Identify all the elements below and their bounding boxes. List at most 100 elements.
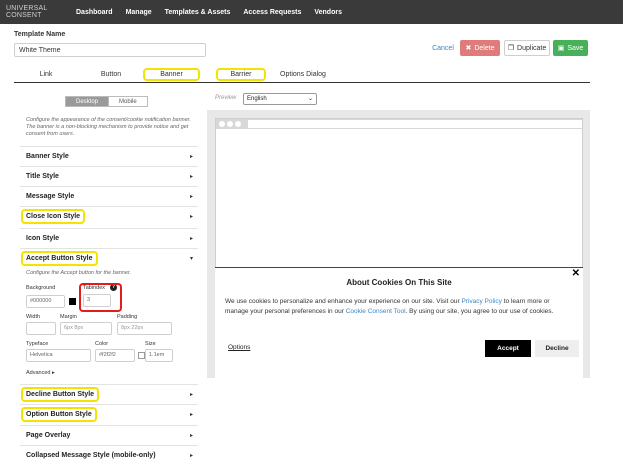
address-bar xyxy=(248,120,582,128)
nav-dashboard[interactable]: Dashboard xyxy=(76,9,113,16)
banner-message-part: We use cookies to personalize and enhanc… xyxy=(225,298,462,305)
margin-input[interactable]: 6px 8px xyxy=(60,322,112,335)
duplicate-button[interactable]: ❐ Duplicate xyxy=(504,40,550,56)
delete-button[interactable]: ✖ Delete xyxy=(460,40,500,56)
privacy-policy-link[interactable]: Privacy Policy xyxy=(461,298,501,305)
save-label: Save xyxy=(567,44,584,52)
browser-toolbar xyxy=(216,119,582,129)
advanced-toggle[interactable]: Advanced ▸ xyxy=(26,370,55,376)
caret-right-icon: ▸ xyxy=(189,194,193,200)
mobile-toggle[interactable]: Mobile xyxy=(109,96,148,107)
background-color-swatch[interactable] xyxy=(69,298,76,305)
caret-right-icon: ▸ xyxy=(189,433,193,439)
chevron-down-icon: ⌄ xyxy=(307,96,313,102)
caret-right-icon: ▸ xyxy=(189,392,193,398)
nav-templates-assets[interactable]: Templates & Assets xyxy=(165,9,231,16)
decline-button[interactable]: Decline xyxy=(535,340,579,357)
section-label: Accept Button Style xyxy=(21,251,98,266)
save-button[interactable]: ▣ Save xyxy=(553,40,588,56)
caret-right-icon: ▸ xyxy=(189,174,193,180)
tab-options-dialog[interactable]: Options Dialog xyxy=(278,68,328,81)
section-label: Title Style xyxy=(26,173,59,180)
device-toggle: Desktop Mobile xyxy=(65,96,148,107)
padding-input[interactable]: 8px 22px xyxy=(117,322,172,335)
caret-right-icon: ▸ xyxy=(189,236,193,242)
nav-vendors[interactable]: Vendors xyxy=(314,9,342,16)
window-dot-icon xyxy=(219,121,225,127)
caret-right-icon: ▸ xyxy=(52,370,55,376)
banner-description: Configure the appearance of the consent/… xyxy=(26,117,191,137)
caret-right-icon: ▸ xyxy=(189,412,193,418)
caret-down-icon: ▾ xyxy=(189,256,193,262)
section-label: Banner Style xyxy=(26,153,69,160)
size-label: Size xyxy=(145,341,156,347)
padding-label: Padding xyxy=(117,314,138,320)
advanced-label: Advanced xyxy=(26,370,51,376)
banner-message-part: . By using our site, you agree to our us… xyxy=(405,308,554,315)
section-label: Page Overlay xyxy=(26,432,71,439)
editor-tabs: Link Button Banner Barrier Options Dialo… xyxy=(14,66,590,83)
brand-title: UNIVERSAL CONSENT xyxy=(6,5,48,19)
window-dot-icon xyxy=(235,121,241,127)
width-label: Width xyxy=(26,314,41,320)
section-collapsed-message-style[interactable]: Collapsed Message Style (mobile-only) ▸ xyxy=(20,445,198,465)
section-label: Option Button Style xyxy=(21,407,97,422)
caret-right-icon: ▸ xyxy=(189,154,193,160)
section-accept-button-style[interactable]: Accept Button Style ▾ xyxy=(20,248,198,268)
caret-right-icon: ▸ xyxy=(189,214,193,220)
template-name-label: Template Name xyxy=(14,31,66,38)
typeface-input[interactable]: Helvetica xyxy=(26,349,91,362)
tabindex-highlight xyxy=(79,283,122,312)
typeface-label: Typeface xyxy=(26,341,49,347)
section-label: Close Icon Style xyxy=(21,209,86,224)
delete-label: Delete xyxy=(474,44,495,52)
color-input[interactable]: #f2f2f2 xyxy=(95,349,135,362)
background-input[interactable]: #000000 xyxy=(26,295,65,308)
options-link[interactable]: Options xyxy=(228,344,250,351)
color-swatch[interactable] xyxy=(138,352,145,359)
section-banner-style[interactable]: Banner Style ▸ xyxy=(20,146,198,166)
section-label: Decline Button Style xyxy=(21,387,100,402)
tab-link[interactable]: Link xyxy=(36,68,56,81)
background-label: Background xyxy=(26,285,56,291)
top-nav: UNIVERSAL CONSENT Dashboard Manage Templ… xyxy=(0,0,623,24)
window-dot-icon xyxy=(227,121,233,127)
consent-banner-preview: ✕ About Cookies On This Site We use cook… xyxy=(215,267,583,378)
preview-label: Preview xyxy=(215,95,237,101)
accept-config-desc: Configure the Accept button for the bann… xyxy=(26,270,132,276)
section-label: Message Style xyxy=(26,193,75,200)
section-title-style[interactable]: Title Style ▸ xyxy=(20,166,198,186)
section-decline-button-style[interactable]: Decline Button Style ▸ xyxy=(20,384,198,404)
template-name-input[interactable] xyxy=(14,43,206,57)
config-panel: Desktop Mobile Configure the appearance … xyxy=(20,86,198,462)
duplicate-label: Duplicate xyxy=(517,44,547,52)
color-label: Color xyxy=(95,341,109,347)
language-select[interactable]: English ⌄ xyxy=(243,93,317,105)
tab-banner[interactable]: Banner xyxy=(143,68,200,81)
tab-button[interactable]: Button xyxy=(98,68,124,81)
width-input[interactable] xyxy=(26,322,56,335)
nav-access-requests[interactable]: Access Requests xyxy=(243,9,301,16)
section-close-icon-style[interactable]: Close Icon Style ▸ xyxy=(20,206,198,226)
caret-right-icon: ▸ xyxy=(189,453,193,459)
section-label: Collapsed Message Style (mobile-only) xyxy=(26,452,156,459)
cancel-label: Cancel xyxy=(432,44,454,52)
margin-label: Margin xyxy=(60,314,77,320)
save-icon: ▣ xyxy=(557,45,565,52)
banner-message: We use cookies to personalize and enhanc… xyxy=(225,297,560,317)
cookie-consent-tool-link[interactable]: Cookie Consent Tool xyxy=(346,308,406,315)
section-option-button-style[interactable]: Option Button Style ▸ xyxy=(20,404,198,424)
size-input[interactable]: 1.1em xyxy=(145,349,173,362)
desktop-toggle[interactable]: Desktop xyxy=(65,96,110,107)
language-value: English xyxy=(247,96,267,102)
tab-barrier[interactable]: Barrier xyxy=(216,68,266,81)
trash-icon: ✖ xyxy=(465,45,472,52)
section-label: Icon Style xyxy=(26,235,60,242)
nav-manage[interactable]: Manage xyxy=(126,9,152,16)
banner-title: About Cookies On This Site xyxy=(346,278,452,287)
section-icon-style[interactable]: Icon Style ▸ xyxy=(20,228,198,248)
section-page-overlay[interactable]: Page Overlay ▸ xyxy=(20,425,198,445)
section-message-style[interactable]: Message Style ▸ xyxy=(20,186,198,206)
accept-button[interactable]: Accept xyxy=(485,340,531,357)
cancel-button[interactable]: Cancel xyxy=(428,40,458,56)
